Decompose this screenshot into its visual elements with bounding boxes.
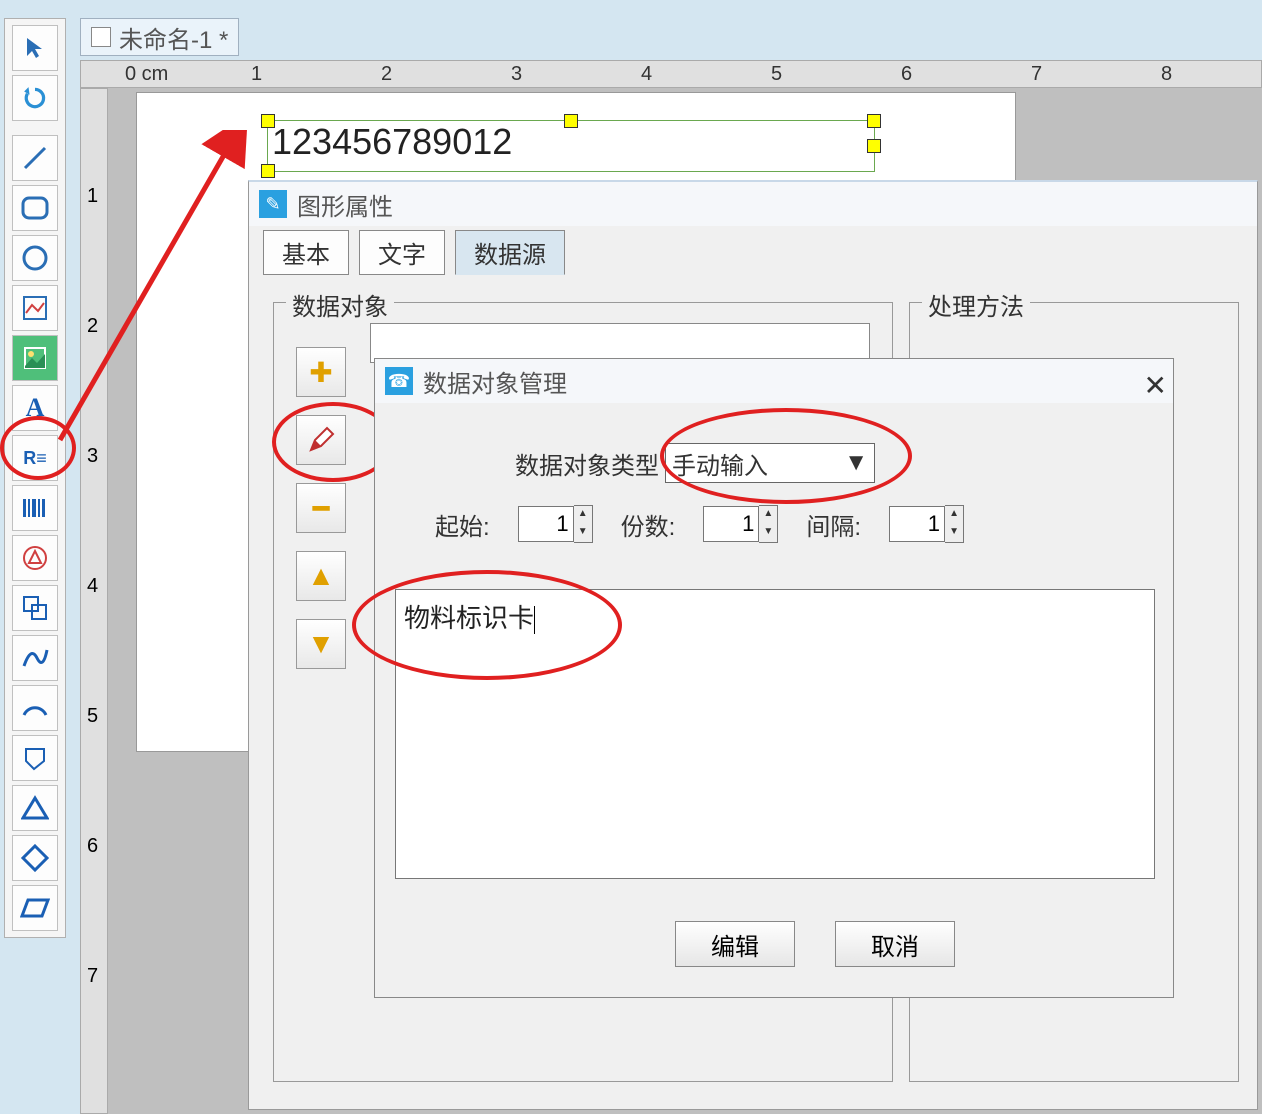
remove-data-button[interactable]: ━ (296, 483, 346, 533)
properties-icon: ✎ (259, 190, 287, 218)
ellipse-tool[interactable] (12, 235, 58, 281)
edit-button[interactable]: 编辑 (675, 921, 795, 967)
tab-datasource[interactable]: 数据源 (455, 230, 565, 275)
type-label: 数据对象类型 (515, 446, 659, 481)
start-up[interactable]: ▲ (574, 506, 592, 524)
ruler-unit: 0 cm (125, 63, 168, 86)
text-cursor (534, 606, 535, 634)
richtext-tool[interactable]: R≡ (12, 435, 58, 481)
rotate-tool[interactable] (12, 75, 58, 121)
copies-spinner[interactable]: ▲▼ (703, 505, 778, 543)
resize-handle-bl[interactable] (261, 164, 275, 178)
left-toolbar: A R≡ (4, 18, 66, 938)
barcode-tool[interactable] (12, 485, 58, 531)
data-object-list[interactable] (370, 323, 870, 363)
curve-tool[interactable] (12, 635, 58, 681)
resize-handle-mr[interactable] (867, 139, 881, 153)
type-select[interactable]: 手动输入 ▼ (665, 443, 875, 483)
start-label: 起始: (435, 507, 490, 542)
interval-down[interactable]: ▼ (945, 524, 963, 542)
ruler-vertical: 1 2 3 4 5 6 7 (80, 88, 108, 1114)
edit-data-button[interactable] (296, 415, 346, 465)
manager-dialog-title[interactable]: ☎ 数据对象管理 (375, 359, 1173, 403)
line-tool[interactable] (12, 135, 58, 181)
add-data-button[interactable]: ✚ (296, 347, 346, 397)
start-input[interactable] (518, 506, 574, 542)
group-tool[interactable] (12, 585, 58, 631)
tab-text[interactable]: 文字 (359, 230, 445, 275)
interval-up[interactable]: ▲ (945, 506, 963, 524)
data-text-area[interactable]: 物料标识卡 (395, 589, 1155, 879)
manager-icon: ☎ (385, 367, 413, 395)
move-up-button[interactable]: ▲ (296, 551, 346, 601)
start-down[interactable]: ▼ (574, 524, 592, 542)
image-frame-tool[interactable] (12, 285, 58, 331)
triangle-tool[interactable] (12, 785, 58, 831)
cancel-button[interactable]: 取消 (835, 921, 955, 967)
interval-spinner[interactable]: ▲▼ (889, 505, 964, 543)
properties-dialog-title[interactable]: ✎ 图形属性 (249, 182, 1257, 226)
ruler-horizontal: 0 cm 1 2 3 4 5 6 7 8 (80, 60, 1262, 88)
copies-down[interactable]: ▼ (759, 524, 777, 542)
interval-label: 间隔: (806, 507, 861, 542)
resize-handle-tr[interactable] (867, 114, 881, 128)
close-button[interactable]: ✕ (1144, 369, 1167, 402)
image-tool[interactable] (12, 335, 58, 381)
parallelogram-tool[interactable] (12, 885, 58, 931)
text-tool[interactable]: A (12, 385, 58, 431)
pointer-tool[interactable] (12, 25, 58, 71)
group-method-legend: 处理方法 (922, 287, 1030, 322)
copies-label: 份数: (621, 507, 676, 542)
resize-handle-tl[interactable] (261, 114, 275, 128)
shape-a-tool[interactable] (12, 535, 58, 581)
data-manager-dialog: ☎ 数据对象管理 ✕ 数据对象类型 手动输入 ▼ 起始: ▲▼ 份数: ▲▼ 间… (374, 358, 1174, 998)
arc-tool[interactable] (12, 685, 58, 731)
document-title: 未命名-1 * (119, 20, 228, 55)
resize-handle-tm[interactable] (564, 114, 578, 128)
rounded-rect-tool[interactable] (12, 185, 58, 231)
interval-input[interactable] (889, 506, 945, 542)
start-spinner[interactable]: ▲▼ (518, 505, 593, 543)
move-down-button[interactable]: ▼ (296, 619, 346, 669)
diamond-tool[interactable] (12, 835, 58, 881)
copies-input[interactable] (703, 506, 759, 542)
group-data-legend: 数据对象 (286, 287, 394, 322)
tab-basic[interactable]: 基本 (263, 230, 349, 275)
document-icon (91, 27, 111, 47)
chevron-down-icon: ▼ (844, 449, 868, 477)
selected-text-object[interactable]: 123456789012 (267, 120, 875, 172)
copies-up[interactable]: ▲ (759, 506, 777, 524)
polygon-tool[interactable] (12, 735, 58, 781)
document-tab[interactable]: 未命名-1 * (80, 18, 239, 56)
